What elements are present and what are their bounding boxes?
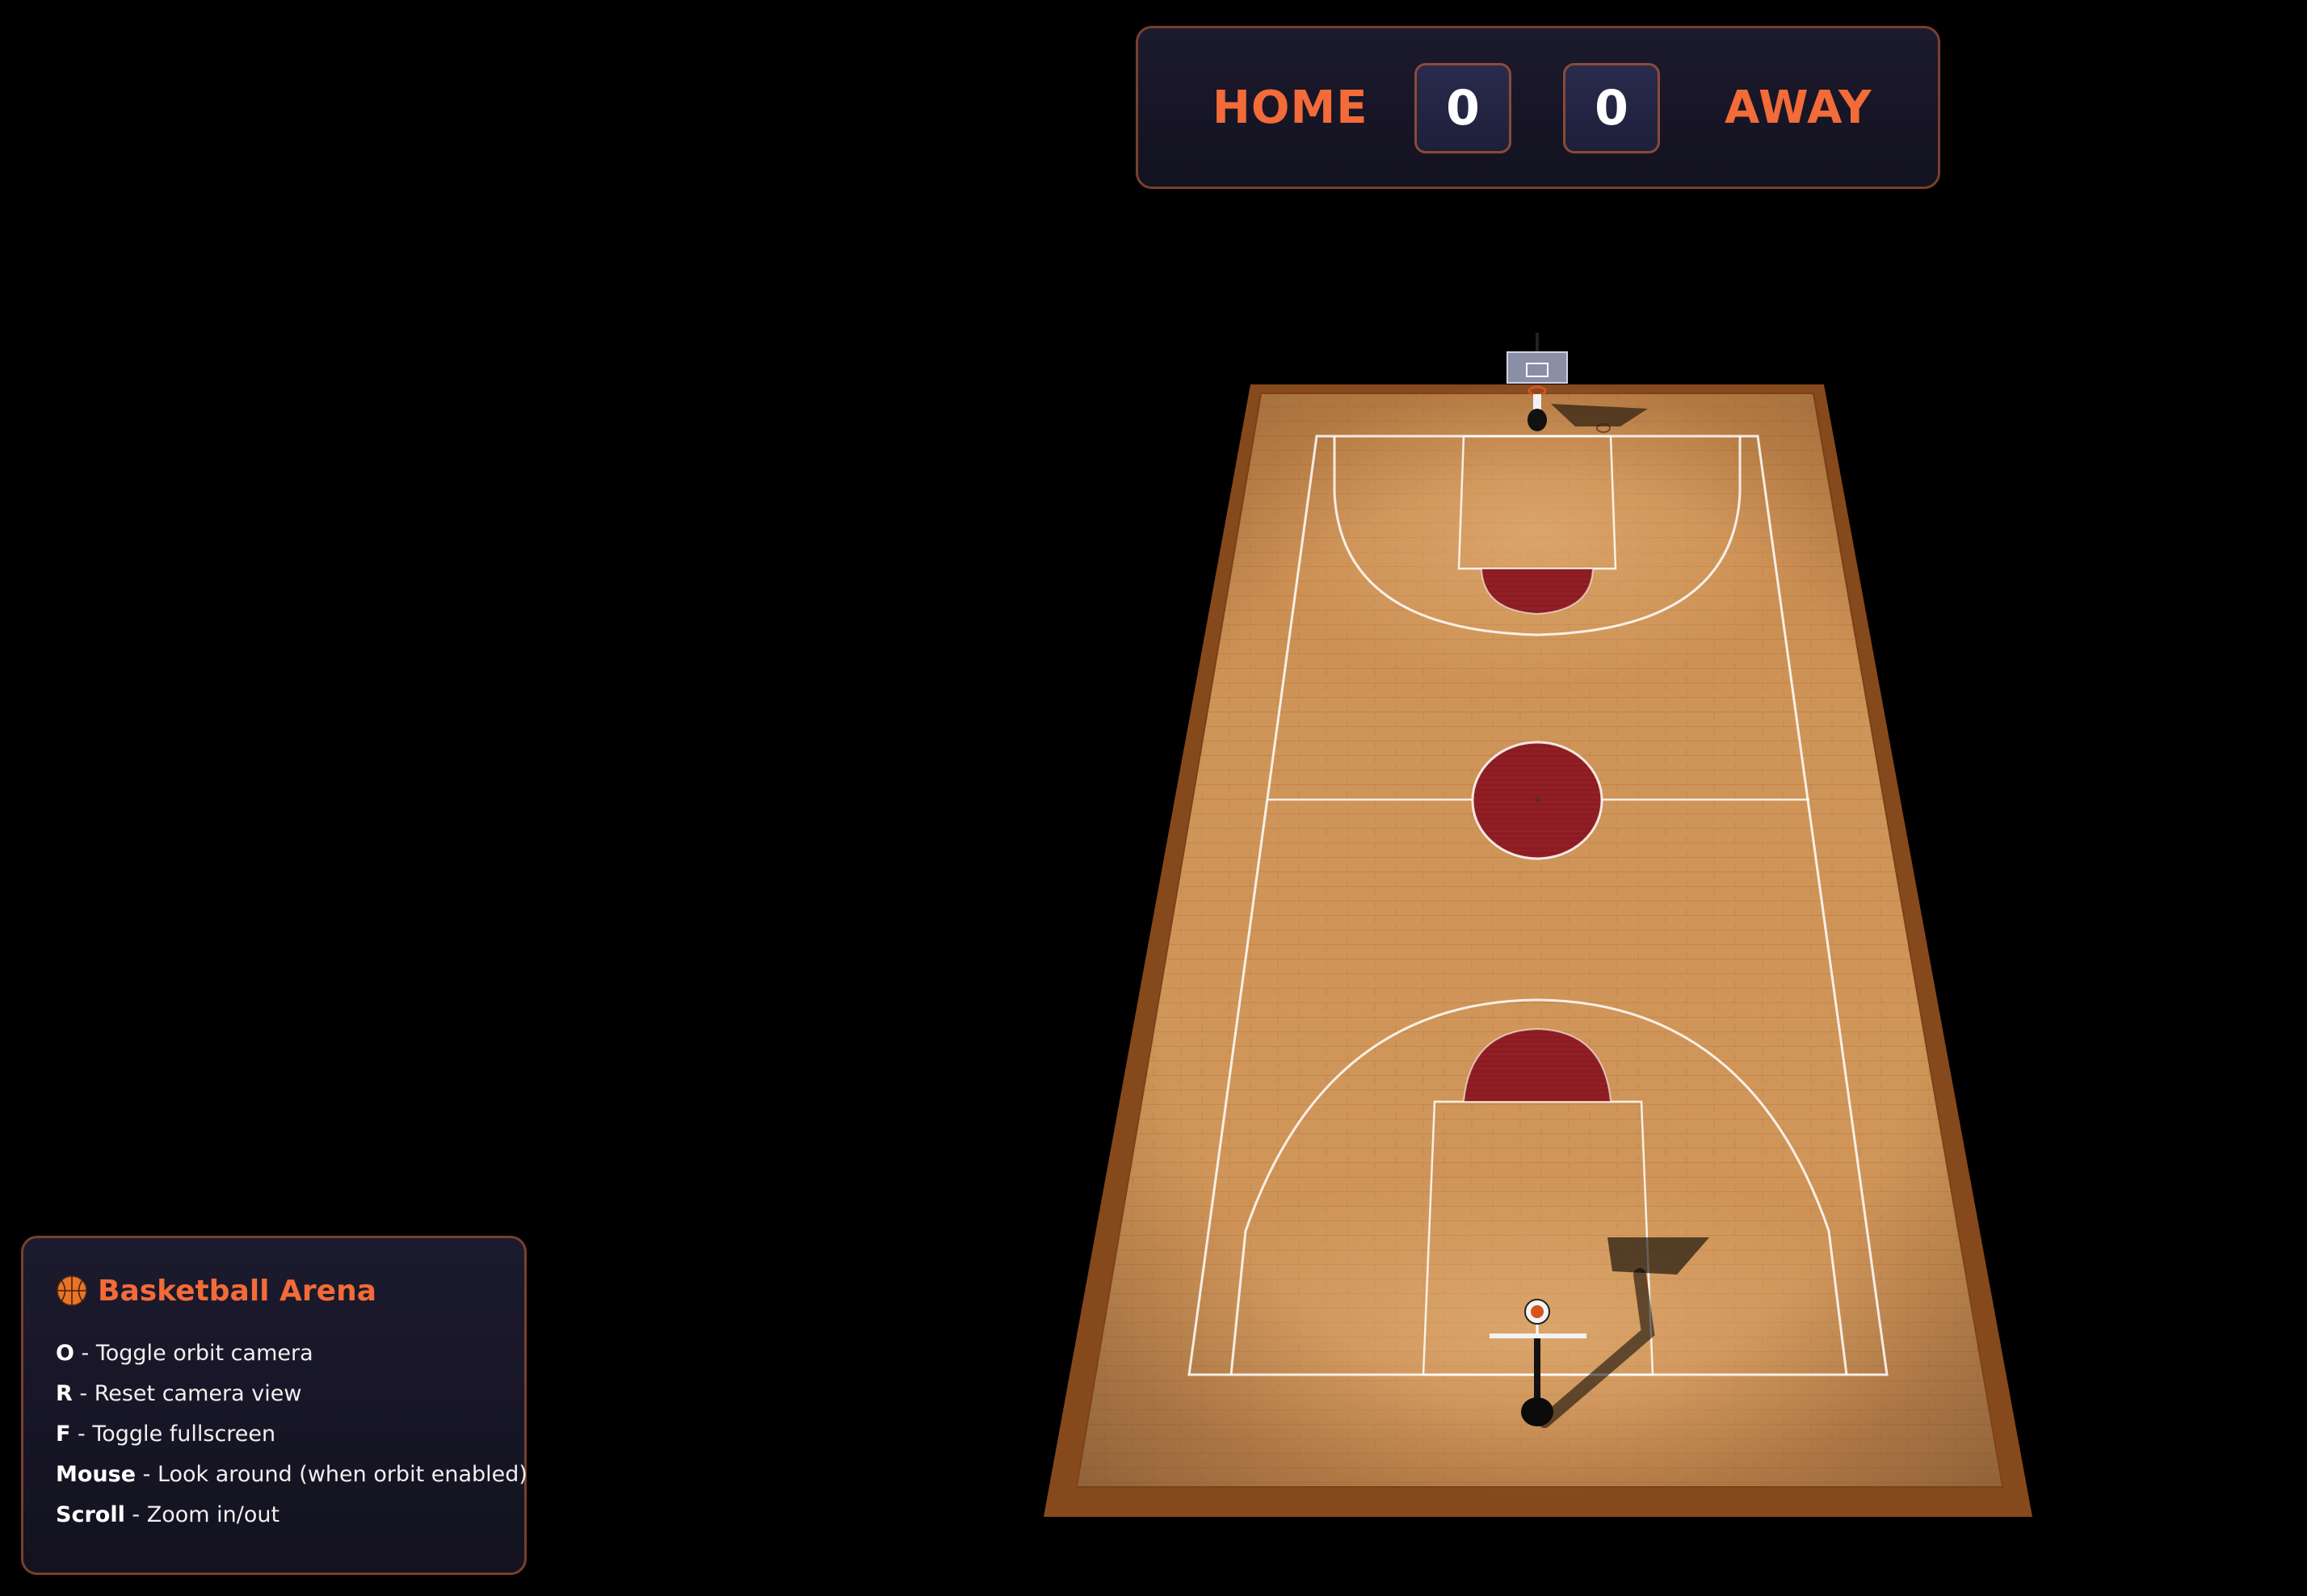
controls-title: Basketball Arena: [56, 1272, 524, 1309]
control-orbit: O - Toggle orbit camera: [56, 1334, 524, 1374]
control-desc: - Reset camera view: [72, 1381, 302, 1406]
control-key: O: [56, 1341, 74, 1366]
controls-title-text: Basketball Arena: [98, 1274, 376, 1308]
control-key: R: [56, 1381, 73, 1406]
control-desc: - Look around (when orbit enabled): [136, 1462, 527, 1487]
controls-panel: Basketball Arena O - Toggle orbit camera…: [21, 1236, 527, 1575]
basketball-icon: [57, 1275, 87, 1306]
away-team-label: AWAY: [1725, 81, 1872, 134]
control-key: F: [56, 1422, 71, 1447]
control-mouse: Mouse - Look around (when orbit enabled): [56, 1455, 527, 1495]
control-scroll: Scroll - Zoom in/out: [56, 1495, 524, 1535]
control-reset: R - Reset camera view: [56, 1374, 524, 1414]
control-fullscreen: F - Toggle fullscreen: [56, 1414, 524, 1455]
away-score: 0: [1563, 63, 1660, 153]
control-key: Mouse: [56, 1462, 137, 1487]
control-desc: - Toggle fullscreen: [70, 1422, 276, 1447]
scoreboard: HOME 0 0 AWAY: [1136, 26, 1940, 189]
home-team-label: HOME: [1212, 81, 1368, 134]
control-key: Scroll: [56, 1502, 125, 1527]
game-viewport[interactable]: HOME 0 0 AWAY Basketball Arena O - Toggl…: [0, 0, 2307, 1596]
control-desc: - Zoom in/out: [124, 1502, 280, 1527]
control-desc: - Toggle orbit camera: [74, 1341, 313, 1366]
home-score: 0: [1414, 63, 1511, 153]
